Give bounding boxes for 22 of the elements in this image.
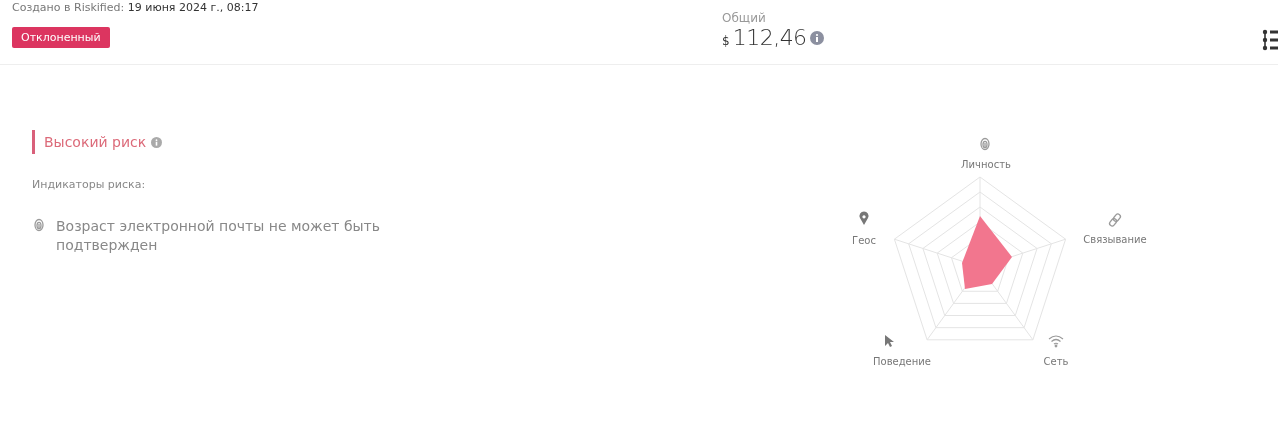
created-date: Создано в Riskified: 19 июня 2024 г., 08:17	[12, 1, 260, 14]
status-badge: Отклоненный	[12, 27, 110, 48]
location-pin-icon	[859, 211, 869, 225]
info-icon	[809, 30, 824, 45]
total-amount: 112,46	[732, 25, 807, 50]
risk-indicators-label: Индикаторы риска:	[32, 178, 147, 191]
risk-level: Высокий риск	[44, 134, 147, 150]
link-icon	[1107, 212, 1123, 228]
axis-label: Связывание	[1083, 234, 1147, 245]
wifi-icon	[1048, 335, 1064, 348]
total-label: Общий	[722, 11, 767, 25]
currency-symbol: $	[722, 34, 730, 48]
fingerprint-icon	[980, 137, 990, 151]
axis-label: Геос	[852, 235, 876, 246]
axis-label: Сеть	[1043, 356, 1069, 367]
cursor-icon	[885, 335, 894, 347]
axis-label: Поведение	[873, 356, 931, 367]
info-icon	[151, 136, 163, 148]
fingerprint-icon	[34, 218, 44, 232]
list-icon[interactable]	[1262, 29, 1278, 51]
risk-indicator: Возраст электронной почты не может быть подтвержден	[56, 217, 382, 255]
axis-label: Личность	[961, 159, 1011, 170]
